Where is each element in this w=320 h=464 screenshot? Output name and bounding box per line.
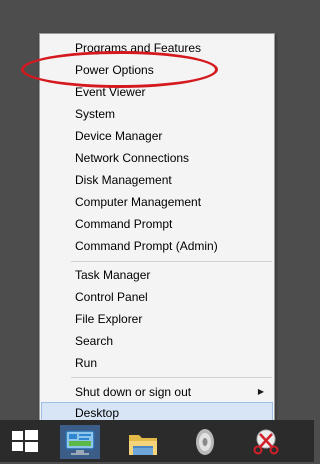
menu-item-label: Shut down or sign out: [75, 385, 192, 399]
speaker-icon[interactable]: [185, 425, 225, 459]
menu-item-shut-down-or-sign-out[interactable]: Shut down or sign out ▶: [41, 381, 273, 403]
menu-separator: [71, 377, 272, 378]
menu-separator: [71, 261, 272, 262]
menu-item-programs-and-features[interactable]: Programs and Features: [41, 37, 273, 59]
winx-context-menu: Programs and Features Power Options Even…: [39, 33, 275, 426]
control-panel-icon[interactable]: [60, 425, 100, 459]
menu-item-device-manager[interactable]: Device Manager: [41, 125, 273, 147]
menu-item-run[interactable]: Run: [41, 352, 273, 374]
menu-item-power-options[interactable]: Power Options: [41, 59, 273, 81]
menu-item-disk-management[interactable]: Disk Management: [41, 169, 273, 191]
taskbar: [0, 420, 314, 462]
submenu-arrow-icon: ▶: [257, 387, 264, 396]
menu-item-task-manager[interactable]: Task Manager: [41, 264, 273, 286]
menu-item-network-connections[interactable]: Network Connections: [41, 147, 273, 169]
file-explorer-icon[interactable]: [123, 425, 163, 459]
menu-item-event-viewer[interactable]: Event Viewer: [41, 81, 273, 103]
menu-item-search[interactable]: Search: [41, 330, 273, 352]
menu-item-control-panel[interactable]: Control Panel: [41, 286, 273, 308]
menu-item-command-prompt[interactable]: Command Prompt: [41, 213, 273, 235]
menu-item-file-explorer[interactable]: File Explorer: [41, 308, 273, 330]
menu-item-system[interactable]: System: [41, 103, 273, 125]
snipping-tool-icon[interactable]: [246, 425, 286, 459]
menu-item-command-prompt-admin[interactable]: Command Prompt (Admin): [41, 235, 273, 257]
windows-start-icon[interactable]: [0, 420, 50, 462]
menu-item-computer-management[interactable]: Computer Management: [41, 191, 273, 213]
